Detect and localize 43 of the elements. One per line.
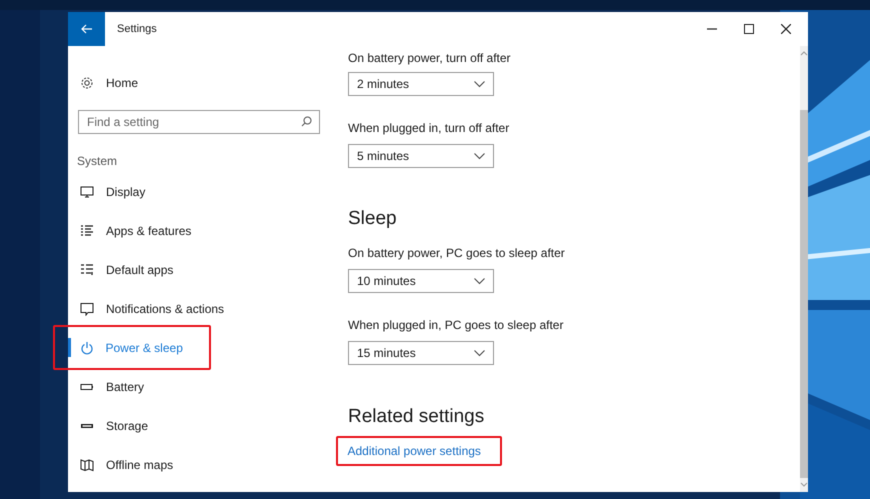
scrollbar[interactable]	[800, 46, 808, 492]
group-heading: System	[77, 153, 118, 170]
home-item[interactable]: Home	[68, 68, 138, 98]
nav-item[interactable]: Power & sleep	[53, 325, 211, 370]
dropdown[interactable]: 2 minutes	[348, 72, 494, 96]
scroll-down-icon[interactable]	[800, 482, 808, 488]
nav-item[interactable]: Offline maps	[68, 445, 330, 484]
nav-item[interactable]: Apps & features	[68, 211, 330, 250]
chevron-down-icon	[474, 350, 485, 356]
chevron-down-icon	[474, 152, 485, 160]
setting-label: When plugged in, turn off after	[348, 120, 510, 136]
map-icon	[80, 458, 94, 472]
search-field[interactable]: Find a setting	[78, 110, 320, 134]
nav-item[interactable]: Display	[68, 172, 330, 211]
list-icon	[80, 224, 94, 238]
dropdown[interactable]: 15 minutes	[348, 341, 494, 365]
nav-item[interactable]: Storage	[68, 406, 330, 445]
chevron-down-icon	[474, 278, 485, 284]
monitor-icon	[80, 184, 94, 198]
dropdown[interactable]: 10 minutes	[348, 269, 494, 293]
setting-label: On battery power, turn off after	[348, 50, 511, 66]
close-icon	[780, 24, 790, 34]
scroll-up-icon[interactable]	[800, 50, 808, 56]
gear-icon	[80, 76, 94, 90]
nav-item[interactable]: Notifications & actions	[68, 289, 330, 328]
list-icon	[80, 262, 94, 276]
setting-label: On battery power, PC goes to sleep after	[348, 245, 565, 261]
message-icon	[80, 302, 94, 316]
chevron-down-icon	[474, 80, 485, 88]
nav-item[interactable]: Battery	[68, 367, 330, 406]
window-title: Settings	[117, 23, 157, 35]
back-arrow-icon	[80, 24, 92, 34]
link[interactable]: Additional power settings	[336, 436, 502, 466]
nav-item[interactable]: Default apps	[68, 250, 330, 289]
power-icon	[80, 340, 94, 354]
dropdown[interactable]: 5 minutes	[348, 144, 494, 168]
search-icon	[301, 116, 312, 127]
back-button[interactable]	[68, 12, 105, 46]
setting-label: When plugged in, PC goes to sleep after	[348, 317, 564, 333]
maximize-icon	[744, 24, 754, 34]
selection-bar	[68, 338, 70, 356]
section-heading: Sleep	[348, 207, 397, 231]
section-heading: Related settings	[348, 405, 484, 429]
